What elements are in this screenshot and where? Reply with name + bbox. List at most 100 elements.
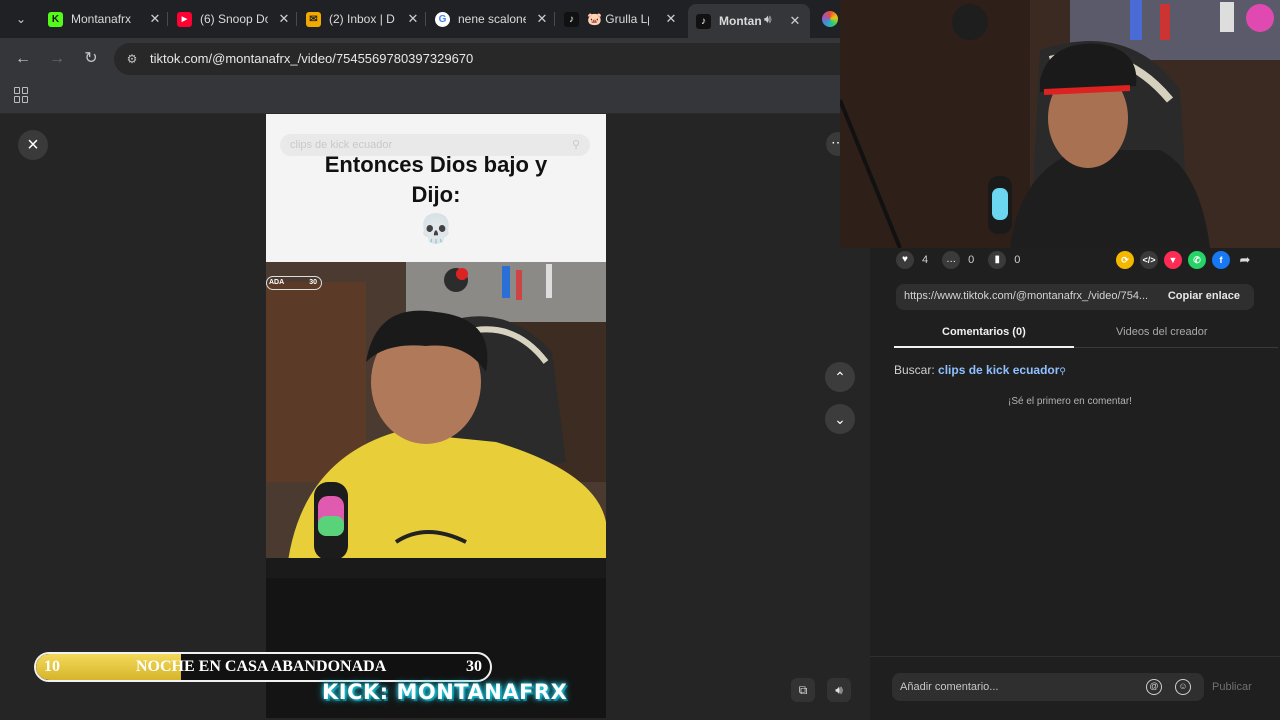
- like-count: 4: [922, 254, 929, 266]
- tab-close-icon[interactable]: ✕: [404, 10, 422, 28]
- video-frame-scene: ADA 30: [266, 262, 606, 578]
- google-icon: G: [435, 11, 450, 27]
- facebook-icon[interactable]: f: [1212, 251, 1230, 269]
- publish-button[interactable]: Publicar: [1212, 681, 1252, 693]
- tab-tiktok-active[interactable]: ♪ Montan 🔊︎ ✕: [688, 4, 810, 38]
- screen: ⌄ K Montanafrx ✕ ▶ (6) Snoop Do ✕ ✉ (2) …: [0, 0, 1280, 720]
- comment-composer: Añadir comentario... @ ☺ Publicar: [870, 656, 1280, 720]
- tab-close-icon[interactable]: ✕: [786, 12, 804, 30]
- tab-title: 🐷 Grulla Lp: [587, 12, 649, 26]
- search-term-link[interactable]: clips de kick ecuador: [938, 363, 1059, 377]
- active-tab-underline: [894, 346, 1074, 348]
- mini-overlay-number: 30: [309, 279, 317, 286]
- ghost-search-text: clips de kick ecuador: [290, 139, 393, 151]
- tiktok-icon: ♪: [564, 11, 579, 27]
- share-arrow-icon[interactable]: ➦: [1236, 251, 1254, 269]
- copy-link-button[interactable]: Copiar enlace: [1168, 290, 1240, 302]
- goal-target-number: 30: [466, 658, 482, 675]
- site-settings-icon[interactable]: ⚙: [124, 51, 140, 67]
- copy-link-row: https://www.tiktok.com/@montanafrx_/vide…: [896, 284, 1254, 310]
- tab-creator-videos[interactable]: Videos del creador: [1116, 326, 1208, 338]
- tab-google-search[interactable]: G nene scalone ✕: [435, 6, 551, 32]
- skull-emoji: 💀: [418, 213, 454, 244]
- tab-strip: ⌄ K Montanafrx ✕ ▶ (6) Snoop Do ✕ ✉ (2) …: [0, 0, 840, 38]
- mini-overlay-label: ADA: [269, 279, 285, 286]
- heart-icon[interactable]: ♥: [896, 251, 914, 269]
- next-video-button[interactable]: ⌄: [825, 404, 855, 434]
- webcam-scene: [840, 0, 1280, 248]
- forward-arrow-icon[interactable]: →: [46, 48, 68, 70]
- search-prefix-label: Buscar:: [894, 363, 935, 377]
- save-stat[interactable]: ▮ 0: [988, 251, 1020, 269]
- stream-goal-banner: 10 NOCHE EN CASA ABANDONADA 30: [34, 652, 492, 682]
- apps-grid-icon[interactable]: [14, 87, 30, 103]
- tab-montanafrx-kick[interactable]: K Montanafrx ✕: [48, 6, 164, 32]
- speaker-icon[interactable]: 🔊︎: [764, 12, 772, 27]
- comment-placeholder: Añadir comentario...: [900, 681, 999, 693]
- webcam-overlay: [840, 0, 1280, 248]
- empty-comments-message: ¡Sé el primero en comentar!: [1008, 396, 1132, 407]
- streamer-illustration: [266, 262, 606, 578]
- tab-close-icon[interactable]: ✕: [662, 10, 680, 28]
- engagement-stats: ♥ 4 … 0 ▮ 0: [896, 250, 1034, 270]
- repost-icon[interactable]: ⟳: [1116, 251, 1134, 269]
- tab-separator: [425, 12, 426, 26]
- comment-input[interactable]: Añadir comentario... @ ☺: [892, 673, 1204, 701]
- kick-channel-text: KICK: MONTANAFRX: [322, 680, 568, 704]
- mention-icon[interactable]: @: [1146, 679, 1162, 695]
- tab-close-icon[interactable]: ✕: [533, 10, 551, 28]
- tab-search-chevron-icon[interactable]: ⌄: [10, 8, 32, 30]
- tab-title: Montan: [719, 14, 762, 28]
- goal-title: NOCHE EN CASA ABANDONADA: [136, 658, 387, 675]
- video-caption-line: Entonces Dios bajo y: [324, 152, 548, 177]
- video-stage: × ⋯ ⌃ ⌄ ⧉ 🔊︎ clips de kick ecuador ⚲ Ent…: [0, 114, 870, 720]
- tab-inbox[interactable]: ✉ (2) Inbox | D ✕: [306, 6, 422, 32]
- goal-current-number: 10: [44, 658, 60, 675]
- whatsapp-icon[interactable]: ✆: [1188, 251, 1206, 269]
- address-bar[interactable]: ⚙ tiktok.com/@montanafrx_/video/75455697…: [114, 43, 840, 75]
- bookmarks-bar: [0, 80, 840, 114]
- tab-title: nene scalone: [458, 12, 526, 26]
- tiktok-icon: ♪: [696, 13, 711, 29]
- url-text[interactable]: tiktok.com/@montanafrx_/video/7545569780…: [150, 51, 473, 66]
- video-link-text[interactable]: https://www.tiktok.com/@montanafrx_/vide…: [904, 290, 1154, 302]
- panel-tabs: Comentarios (0) Videos del creador: [894, 322, 1278, 348]
- mini-stream-overlay: ADA 30: [266, 276, 322, 290]
- comment-stat[interactable]: … 0: [942, 251, 974, 269]
- tab-title: (6) Snoop Do: [200, 12, 268, 26]
- reload-icon[interactable]: ↻: [80, 48, 102, 70]
- browser-toolbar: ← → ↻ ⚙ tiktok.com/@montanafrx_/video/75…: [0, 38, 840, 80]
- kick-icon: K: [48, 11, 63, 27]
- youtube-icon: ▶: [177, 11, 192, 27]
- video-caption-line: Dijo:: [411, 182, 461, 207]
- comment-icon[interactable]: …: [942, 251, 961, 269]
- search-icon: ⚲: [1059, 366, 1067, 376]
- volume-icon[interactable]: 🔊︎: [827, 678, 851, 702]
- embed-icon[interactable]: </>: [1140, 251, 1158, 269]
- video-player[interactable]: clips de kick ecuador ⚲ Entonces Dios ba…: [266, 114, 606, 718]
- tab-youtube[interactable]: ▶ (6) Snoop Do ✕: [177, 6, 293, 32]
- comment-count: 0: [968, 254, 975, 266]
- send-icon[interactable]: ▼: [1164, 251, 1182, 269]
- bookmark-icon[interactable]: ▮: [988, 251, 1007, 269]
- tab-separator: [554, 12, 555, 26]
- tab-title: (2) Inbox | D: [329, 12, 395, 26]
- like-stat[interactable]: ♥ 4: [896, 251, 928, 269]
- tab-separator: [167, 12, 168, 26]
- share-buttons: ⟳ </> ▼ ✆ f ➦: [1116, 251, 1254, 269]
- tab-comments[interactable]: Comentarios (0): [942, 326, 1026, 338]
- inbox-icon: ✉: [306, 11, 321, 27]
- colorful-extension-icon[interactable]: [822, 11, 838, 27]
- tab-close-icon[interactable]: ✕: [275, 10, 293, 28]
- back-arrow-icon[interactable]: ←: [12, 48, 34, 70]
- tab-close-icon[interactable]: ✕: [146, 10, 164, 28]
- close-video-button[interactable]: ×: [18, 130, 48, 160]
- video-caption-area: clips de kick ecuador ⚲ Entonces Dios ba…: [266, 114, 606, 262]
- tab-separator: [296, 12, 297, 26]
- save-count: 0: [1014, 254, 1021, 266]
- floating-player-icon[interactable]: ⧉: [791, 678, 815, 702]
- emoji-icon[interactable]: ☺: [1175, 679, 1191, 695]
- tab-tiktok-grulla[interactable]: ♪ 🐷 Grulla Lp ✕: [564, 6, 680, 32]
- related-search[interactable]: Buscar: clips de kick ecuador⚲: [894, 363, 1066, 377]
- previous-video-button[interactable]: ⌃: [825, 362, 855, 392]
